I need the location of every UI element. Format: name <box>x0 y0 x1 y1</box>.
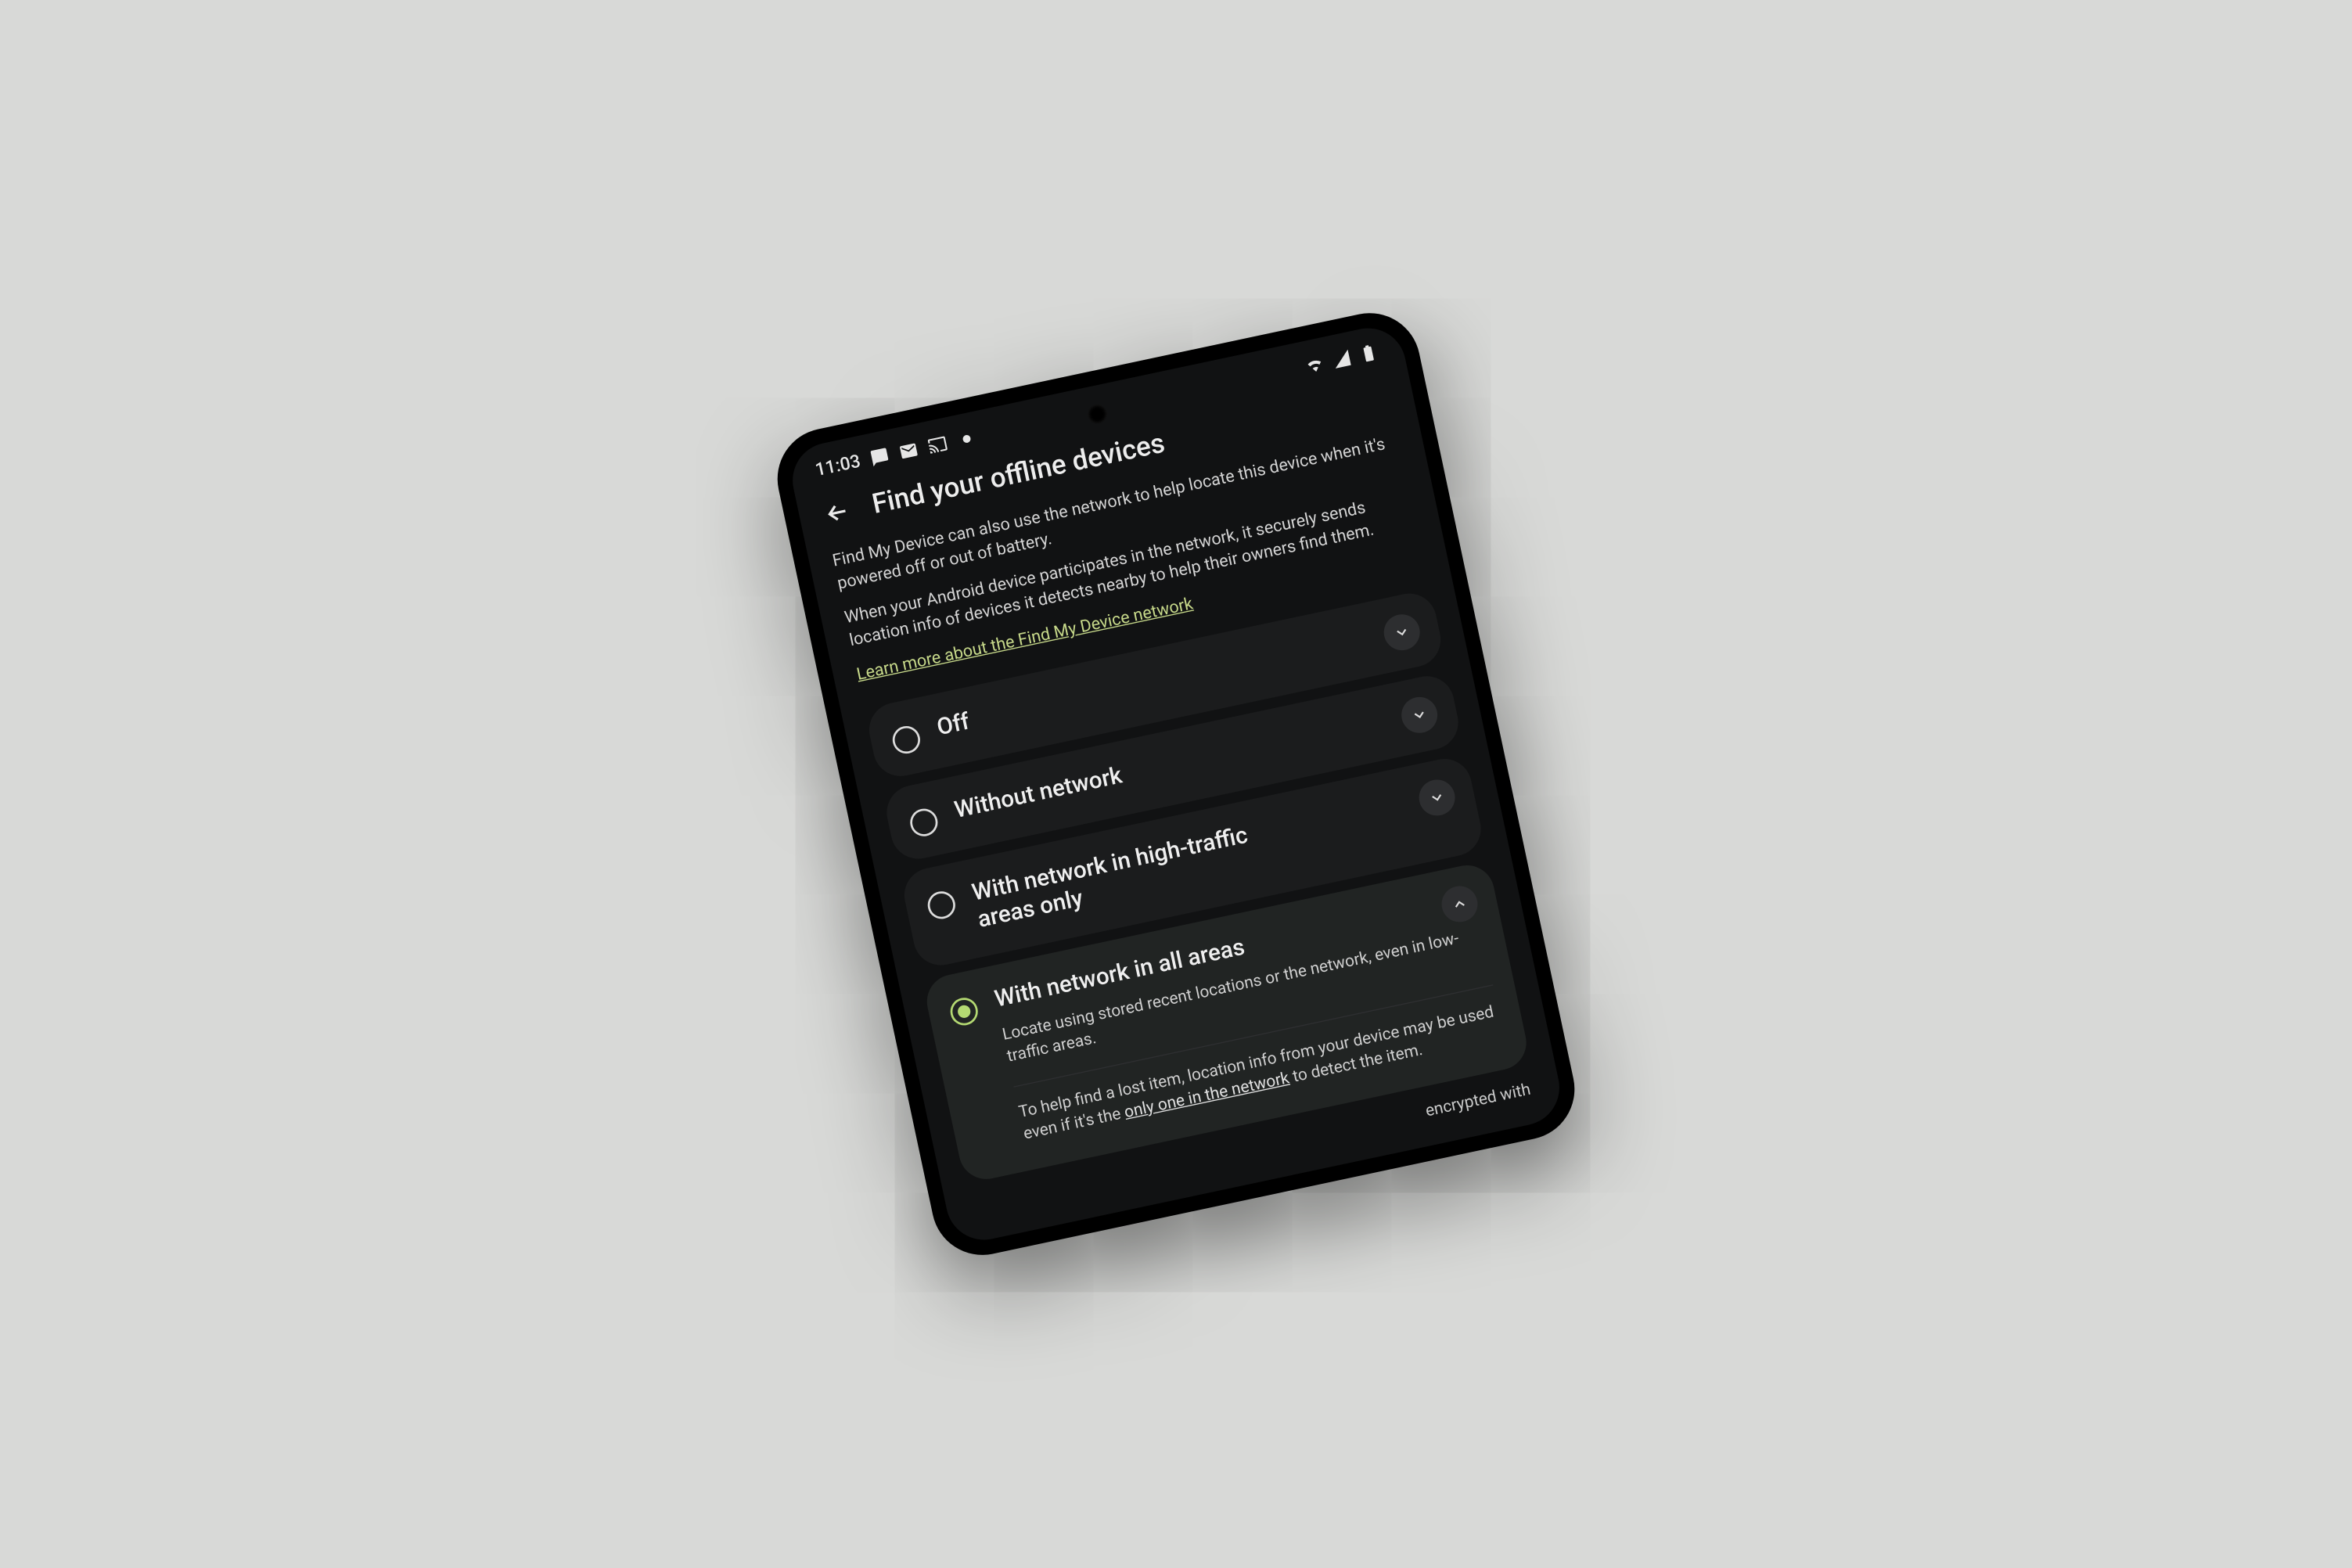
radio-high-traffic[interactable] <box>925 889 958 922</box>
radio-without-network[interactable] <box>908 806 940 839</box>
signal-icon <box>1330 347 1353 370</box>
chevron-down-icon <box>1427 788 1448 808</box>
more-icon: ● <box>955 427 978 450</box>
gmail-icon <box>897 440 920 462</box>
radio-all-areas[interactable] <box>948 995 980 1028</box>
chevron-down-icon <box>1392 622 1412 642</box>
arrow-left-icon <box>822 496 854 529</box>
screen: 11:03 ● <box>786 322 1566 1247</box>
status-time: 11:03 <box>814 451 863 481</box>
cast-icon <box>926 433 949 456</box>
content: Find My Device can also use the network … <box>807 425 1554 1189</box>
chat-icon <box>869 446 891 469</box>
wifi-icon <box>1304 354 1326 376</box>
radio-off[interactable] <box>890 724 923 757</box>
chevron-down-icon <box>1409 705 1430 725</box>
chevron-up-icon <box>1450 894 1470 914</box>
phone-frame: 11:03 ● <box>768 304 1584 1264</box>
back-button[interactable] <box>820 495 855 530</box>
battery-icon <box>1358 342 1380 365</box>
